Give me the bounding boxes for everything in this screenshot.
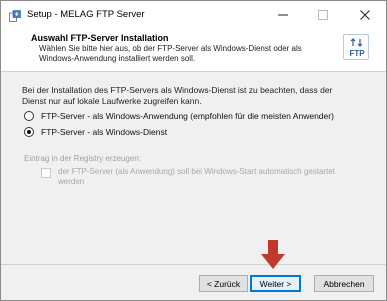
minimize-button[interactable]	[263, 1, 303, 29]
installer-icon	[9, 10, 21, 22]
ftp-transfer-icon: FTP	[349, 38, 365, 58]
option-windows-service[interactable]: FTP-Server - als Windows-Dienst	[24, 125, 167, 139]
wizard-header: Auswahl FTP-Server Installation Wählen S…	[1, 29, 386, 71]
header-divider	[1, 71, 386, 72]
setup-window: Setup - MELAG FTP Server Auswahl FTP-Ser…	[0, 0, 387, 301]
page-title: Auswahl FTP-Server Installation	[31, 33, 169, 43]
maximize-button	[303, 1, 343, 29]
window-title: Setup - MELAG FTP Server	[27, 9, 145, 20]
down-arrow-icon	[261, 240, 285, 269]
maximize-icon	[318, 10, 328, 20]
info-text: Bei der Installation des FTP-Servers als…	[22, 85, 333, 106]
registry-autostart-label: der FTP-Server (als Anwendung) soll bei …	[58, 167, 336, 186]
registry-autostart-option: der FTP-Server (als Anwendung) soll bei …	[41, 167, 361, 187]
minimize-icon	[278, 14, 288, 16]
close-button[interactable]	[345, 1, 385, 29]
footer-divider	[1, 264, 386, 265]
title-bar: Setup - MELAG FTP Server	[1, 1, 386, 29]
next-button[interactable]: Weiter >	[250, 275, 301, 292]
option-label: FTP-Server - als Windows-Anwendung (empf…	[41, 111, 334, 121]
cancel-button[interactable]: Abbrechen	[314, 275, 374, 292]
radio-windows-application[interactable]	[24, 111, 34, 121]
option-label: FTP-Server - als Windows-Dienst	[41, 127, 168, 137]
close-icon	[360, 10, 370, 20]
page-description: Wählen Sie bitte hier aus, ob der FTP-Se…	[39, 44, 302, 63]
back-button[interactable]: < Zurück	[199, 275, 248, 292]
ftp-logo: FTP	[343, 34, 369, 60]
registry-autostart-checkbox	[41, 168, 51, 178]
logo-text: FTP	[349, 49, 365, 58]
registry-label: Eintrag in der Registry erzeugen:	[24, 154, 141, 163]
radio-windows-service[interactable]	[24, 127, 34, 137]
option-windows-application[interactable]: FTP-Server - als Windows-Anwendung (empf…	[24, 109, 334, 123]
